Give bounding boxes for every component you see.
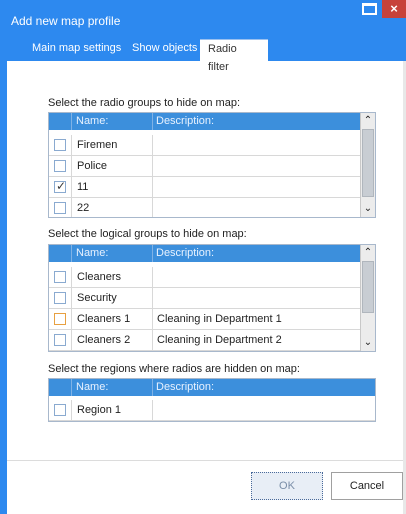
scroll-down-icon[interactable]: ⌄: [361, 201, 375, 216]
row-description: Cleaning in Department 1: [157, 313, 282, 325]
checkbox[interactable]: [54, 139, 66, 151]
tab-bar: Main map settings Show objects Radio fil…: [0, 35, 406, 73]
window-left-border: [0, 61, 7, 514]
row-name: Cleaners 1: [77, 313, 131, 325]
checkbox[interactable]: [54, 404, 66, 416]
radio-groups-label: Select the radio groups to hide on map:: [48, 97, 241, 109]
scroll-down-icon[interactable]: ⌄: [361, 335, 375, 350]
list-item[interactable]: 22: [49, 198, 361, 217]
logical-groups-label: Select the logical groups to hide on map…: [48, 228, 247, 240]
ok-button[interactable]: OK: [251, 472, 323, 500]
checkbox[interactable]: [54, 334, 66, 346]
list-item[interactable]: Firemen: [49, 135, 361, 156]
row-name: Region 1: [77, 404, 122, 416]
tab-radio-filter[interactable]: Radio filter: [200, 39, 268, 73]
tab-main-map-settings[interactable]: Main map settings: [24, 39, 129, 61]
checkbox-focused[interactable]: [54, 313, 66, 325]
scroll-thumb[interactable]: [362, 129, 374, 197]
row-name: 22: [77, 202, 90, 214]
row-name: Firemen: [77, 139, 118, 151]
row-name: Cleaners: [77, 271, 122, 283]
scroll-thumb[interactable]: [362, 261, 374, 313]
list-item[interactable]: Region 1: [49, 400, 375, 421]
row-description: Cleaning in Department 2: [157, 334, 282, 346]
checkbox-checked[interactable]: ✓: [54, 179, 67, 193]
vertical-scrollbar[interactable]: ⌃ ⌄: [360, 245, 375, 351]
check-icon: ✓: [56, 179, 67, 193]
row-name: Police: [77, 160, 107, 172]
footer-divider: [7, 460, 403, 461]
row-name: Cleaners 2: [77, 334, 131, 346]
window-title: Add new map profile: [11, 14, 121, 28]
list-item[interactable]: ✓ 11: [49, 177, 361, 198]
list-item[interactable]: Security: [49, 288, 361, 309]
list-item[interactable]: Cleaners 1 Cleaning in Department 1: [49, 309, 361, 330]
column-header-name[interactable]: Name:: [76, 381, 108, 393]
tab-show-objects[interactable]: Show objects: [124, 39, 205, 61]
row-name: Security: [77, 292, 117, 304]
title-bar: Add new map profile ×: [0, 0, 406, 35]
grid-header: Name: Description:: [49, 379, 375, 396]
row-name: 11: [77, 181, 89, 193]
maximize-button[interactable]: [362, 3, 377, 15]
checkbox[interactable]: [54, 292, 66, 304]
list-item[interactable]: Cleaners 2 Cleaning in Department 2: [49, 330, 361, 351]
grid-header: Name: Description:: [49, 113, 375, 130]
list-item[interactable]: Cleaners: [49, 267, 361, 288]
column-header-name[interactable]: Name:: [76, 247, 108, 259]
column-header-description[interactable]: Description:: [156, 381, 214, 393]
column-header-description[interactable]: Description:: [156, 247, 214, 259]
scroll-up-icon[interactable]: ⌃: [361, 245, 375, 260]
scroll-up-icon[interactable]: ⌃: [361, 113, 375, 128]
regions-grid: Name: Description: Region 1: [48, 378, 376, 422]
checkbox[interactable]: [54, 202, 66, 214]
logical-groups-grid: Name: Description: Cleaners Security Cle…: [48, 244, 376, 352]
list-item[interactable]: Police: [49, 156, 361, 177]
vertical-scrollbar[interactable]: ⌃ ⌄: [360, 113, 375, 217]
close-button[interactable]: ×: [382, 0, 406, 18]
column-header-name[interactable]: Name:: [76, 115, 108, 127]
checkbox[interactable]: [54, 160, 66, 172]
column-header-description[interactable]: Description:: [156, 115, 214, 127]
checkbox[interactable]: [54, 271, 66, 283]
grid-header: Name: Description:: [49, 245, 375, 262]
radio-groups-grid: Name: Description: Firemen Police ✓ 11 2…: [48, 112, 376, 218]
cancel-button[interactable]: Cancel: [331, 472, 403, 500]
regions-label: Select the regions where radios are hidd…: [48, 363, 300, 375]
